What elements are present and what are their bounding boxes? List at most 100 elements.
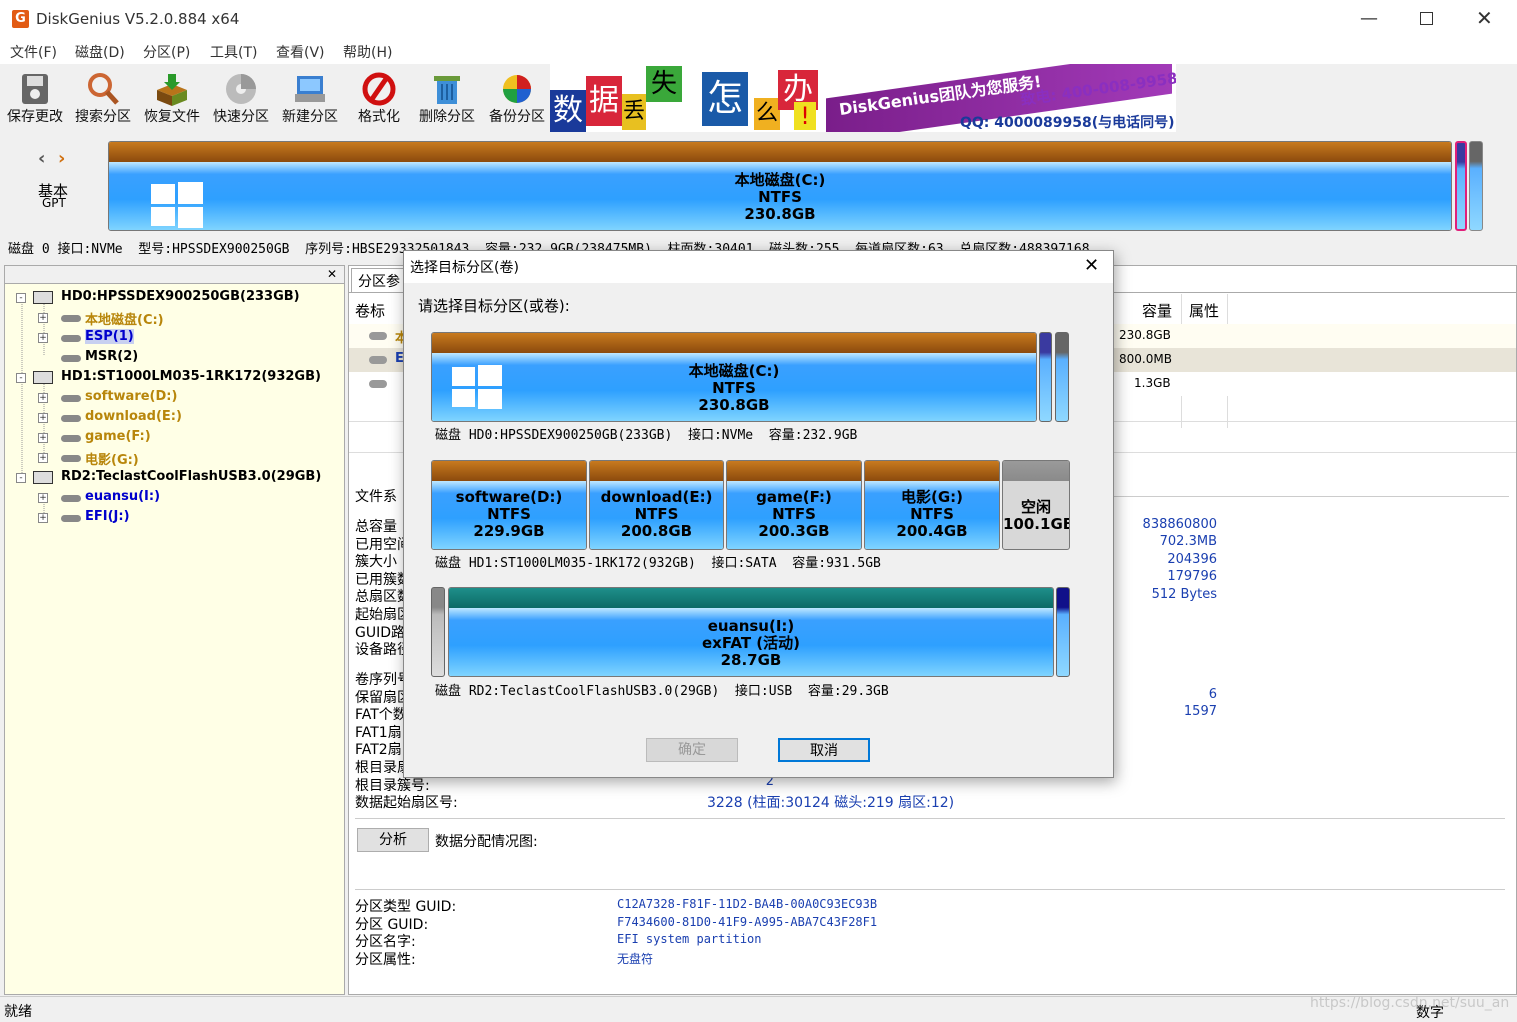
- menu-disk[interactable]: 磁盘(D): [75, 42, 125, 62]
- section-divider: [355, 889, 1505, 890]
- tree-node[interactable]: 电影(G:): [85, 449, 139, 468]
- disk-style-label: GPT: [42, 196, 66, 210]
- tree-expander-icon[interactable]: +: [38, 333, 48, 343]
- tree-node[interactable]: game(F:): [85, 429, 151, 444]
- minimize-button[interactable]: —: [1360, 8, 1380, 29]
- dialog-close-button[interactable]: ✕: [1084, 255, 1099, 276]
- tree-node[interactable]: EFI(J:): [85, 509, 130, 524]
- menu-partition[interactable]: 分区(P): [143, 42, 190, 62]
- partition-icon: [61, 355, 81, 362]
- dlg-partition-i[interactable]: euansu(I:) exFAT (活动) 28.7GB: [448, 587, 1054, 677]
- dlg-msr-sliver[interactable]: [1055, 332, 1069, 422]
- tree-expander-icon[interactable]: +: [38, 513, 48, 523]
- col-header-volume: 卷标: [355, 302, 386, 320]
- ok-button[interactable]: 确定: [646, 738, 738, 762]
- dlg-partition-3[interactable]: 电影(G:) NTFS 200.4GB: [864, 460, 1000, 550]
- guid-value: 无盘符: [617, 951, 654, 966]
- analyze-button[interactable]: 分析: [357, 828, 429, 852]
- dlg-partition-c[interactable]: 本地磁盘(C:) NTFS 230.8GB: [431, 332, 1037, 422]
- tree-expander-icon[interactable]: +: [38, 413, 48, 423]
- guid-label: 分区属性:: [355, 951, 416, 968]
- partition-block-c[interactable]: 本地磁盘(C:) NTFS 230.8GB: [108, 141, 1452, 231]
- backup-partition-button[interactable]: 备份分区: [486, 64, 548, 130]
- promo-banner[interactable]: 数 据 丢 失 怎 么 办 ! DiskGenius团队为您服务! 致电: 40…: [550, 64, 1176, 132]
- banner-char: 么: [754, 98, 780, 130]
- disk-map: ‹ › 基本 GPT 本地磁盘(C:) NTFS 230.8GB: [0, 132, 1517, 236]
- tree-node[interactable]: HD1:ST1000LM035-1RK172(932GB): [61, 369, 321, 384]
- tree-node[interactable]: euansu(I:): [85, 489, 160, 504]
- tree-expander-icon[interactable]: +: [38, 453, 48, 463]
- menu-view[interactable]: 查看(V): [276, 42, 325, 62]
- tab-partition-params[interactable]: 分区参: [351, 268, 411, 292]
- partition-icon: [61, 435, 81, 442]
- tree-expander-icon[interactable]: +: [38, 313, 48, 323]
- tree-node[interactable]: download(E:): [85, 409, 182, 424]
- msr-partition-sliver[interactable]: [1469, 141, 1483, 231]
- dlg-part-name: software(D:): [455, 488, 563, 506]
- free-label: 空闲: [1020, 498, 1051, 516]
- toolbar: 保存更改 搜索分区 恢复文件 快速分区 新建分区 格式化 删除分区 备份分区 数…: [0, 64, 1517, 132]
- delete-partition-button[interactable]: 删除分区: [416, 64, 478, 130]
- num-lock-indicator: 数字: [1416, 1005, 1444, 1021]
- dlg-esp-sliver[interactable]: [1039, 332, 1052, 422]
- next-disk-icon[interactable]: ›: [58, 148, 65, 169]
- dlg-part-name: 电影(G:): [900, 488, 964, 506]
- tree-expander-icon[interactable]: +: [38, 433, 48, 443]
- tree-node[interactable]: HD0:HPSSDEX900250GB(233GB): [61, 289, 300, 304]
- dlg-partition-0[interactable]: software(D:) NTFS 229.9GB: [431, 460, 587, 550]
- dlg-part-name: game(F:): [756, 488, 832, 506]
- tree-node[interactable]: 本地磁盘(C:): [85, 309, 164, 328]
- menu-help[interactable]: 帮助(H): [343, 42, 392, 62]
- esp-partition-sliver[interactable]: [1455, 141, 1467, 231]
- menu-tools[interactable]: 工具(T): [210, 42, 257, 62]
- new-partition-button[interactable]: 新建分区: [278, 64, 342, 130]
- dlg-part-size: 230.8GB: [698, 396, 770, 414]
- cancel-button[interactable]: 取消: [778, 738, 870, 762]
- dlg-part-size: 200.4GB: [896, 522, 968, 540]
- dlg-partition-2[interactable]: game(F:) NTFS 200.3GB: [726, 460, 862, 550]
- tree-node[interactable]: software(D:): [85, 389, 177, 404]
- tree-expander-icon[interactable]: +: [38, 393, 48, 403]
- tree-node[interactable]: RD2:TeclastCoolFlashUSB3.0(29GB): [61, 469, 321, 484]
- close-window-button[interactable]: ✕: [1476, 6, 1493, 30]
- tree-node[interactable]: ESP(1): [85, 329, 134, 344]
- magnifier-icon: [88, 73, 119, 105]
- disk-tree-panel: ✕ - HD0:HPSSDEX900250GB(233GB) + 本地磁盘(C:) + E…: [4, 265, 345, 995]
- partition-icon: [61, 495, 81, 502]
- tree-expander-icon[interactable]: -: [16, 293, 26, 303]
- close-pane-icon[interactable]: ✕: [327, 267, 337, 281]
- banner-char: 怎: [702, 72, 748, 126]
- tree-expander-icon[interactable]: -: [16, 473, 26, 483]
- menu-file[interactable]: 文件(F): [10, 42, 57, 62]
- dlg-free-space[interactable]: 空闲 100.1GB: [1002, 460, 1070, 550]
- dlg-part-fs: NTFS: [634, 505, 679, 523]
- window-title: DiskGenius V5.2.0.884 x64: [36, 10, 240, 28]
- dlg-efi-sliver[interactable]: [431, 587, 445, 677]
- dlg-unalloc-sliver[interactable]: [1056, 587, 1070, 677]
- tree-expander-icon[interactable]: +: [38, 493, 48, 503]
- section-divider: [355, 818, 1505, 819]
- tree-node[interactable]: MSR(2): [85, 349, 138, 364]
- guid-value: C12A7328-F81F-11D2-BA4B-00A0C93EC93B: [617, 897, 878, 911]
- quick-partition-button[interactable]: 快速分区: [210, 64, 272, 130]
- prev-disk-icon[interactable]: ‹: [38, 148, 45, 169]
- partition-icon: [61, 515, 81, 522]
- recover-files-button[interactable]: 恢复文件: [140, 64, 204, 130]
- banner-qq: QQ: 4000089958(与电话同号): [960, 115, 1175, 131]
- dlg-part-fs: NTFS: [712, 379, 756, 397]
- quick-disk-icon: [226, 74, 256, 104]
- partition-name: 本地磁盘(C:): [734, 171, 826, 189]
- tree-expander-icon[interactable]: -: [16, 373, 26, 383]
- status-bar: 就绪 https://blog.csdn.net/suu_an 数字: [0, 995, 1517, 1021]
- dlg-partition-1[interactable]: download(E:) NTFS 200.8GB: [589, 460, 724, 550]
- format-button[interactable]: 格式化: [350, 64, 408, 130]
- dlg-part-size: 200.8GB: [620, 522, 693, 540]
- search-partition-button[interactable]: 搜索分区: [72, 64, 134, 130]
- new-partition-icon: [295, 76, 325, 102]
- dlg-disk1-info: 磁盘 HD1:ST1000LM035-1RK172(932GB) 接口:SATA…: [435, 556, 881, 571]
- format-icon: [362, 72, 396, 106]
- dialog-prompt: 请选择目标分区(或卷):: [418, 297, 570, 315]
- status-text: 就绪: [4, 1004, 32, 1020]
- maximize-button[interactable]: [1420, 12, 1433, 25]
- save-changes-button[interactable]: 保存更改: [4, 64, 66, 130]
